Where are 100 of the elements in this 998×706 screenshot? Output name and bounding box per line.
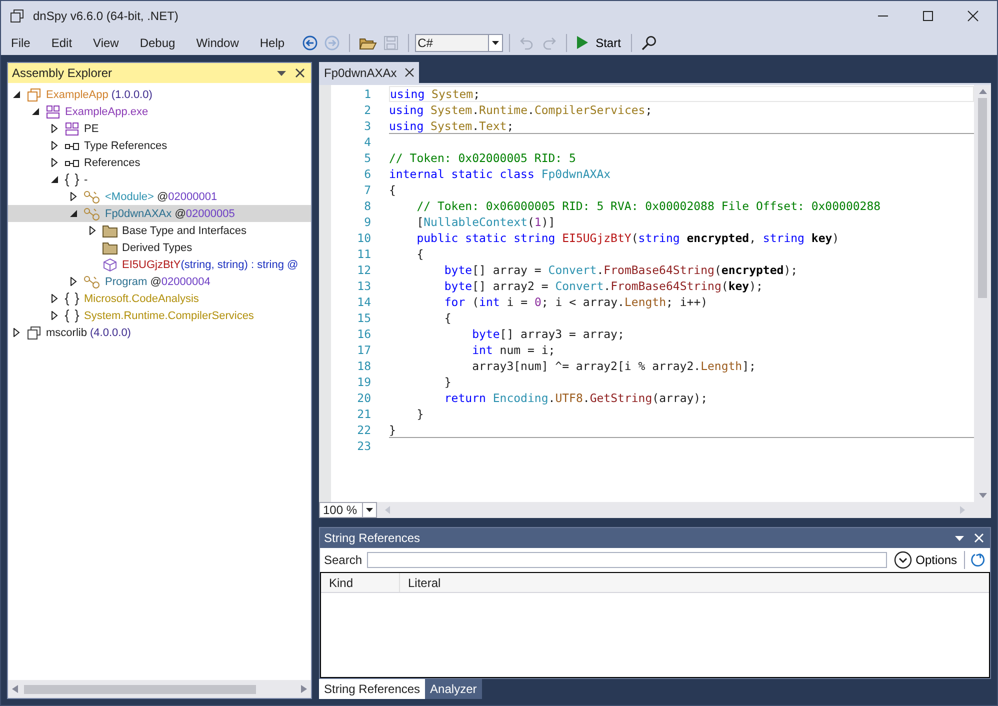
tree-item[interactable]: Fp0dwnAXAx @02000005 — [8, 205, 311, 222]
panel-title: String References — [324, 531, 422, 545]
tree-item[interactable]: Derived Types — [8, 239, 311, 256]
scrollbar-thumb[interactable] — [24, 684, 256, 694]
expand-arrow-icon[interactable] — [88, 226, 97, 235]
scroll-right-icon[interactable] — [301, 685, 307, 693]
tree-item[interactable]: <Module> @02000001 — [8, 188, 311, 205]
line-number: 21 — [356, 407, 371, 421]
scrollbar-thumb[interactable] — [978, 98, 987, 298]
horizontal-scrollbar[interactable] — [8, 680, 311, 698]
namespace-icon — [64, 308, 80, 322]
tree-item-label: Derived Types — [122, 242, 192, 254]
code-line: public static string EI5UGjzBtY(string encrypted, string key) — [416, 231, 840, 245]
line-number: 3 — [363, 119, 371, 133]
code-line: { — [443, 311, 452, 325]
scroll-up-icon[interactable] — [978, 89, 986, 94]
options-button[interactable]: Options — [892, 551, 959, 569]
zoom-dropdown[interactable]: 100 % — [319, 502, 377, 518]
line-number: 1 — [363, 87, 371, 101]
folder-icon — [102, 240, 118, 254]
tree-item-label: - — [84, 174, 88, 186]
line-number: 15 — [356, 311, 371, 325]
class-icon — [83, 190, 101, 204]
line-number: 20 — [356, 391, 371, 405]
tree-item-label: ExampleApp.exe — [65, 106, 148, 118]
tree-item[interactable]: Type References — [8, 137, 311, 154]
tree-item[interactable]: ExampleApp.exe — [8, 103, 311, 120]
tree-item[interactable]: - — [8, 171, 311, 188]
back-icon[interactable] — [302, 34, 318, 50]
dropdown-icon[interactable] — [277, 70, 286, 76]
tree-item-label: EI5UGjzBtY(string, string) : string @ — [122, 258, 298, 270]
close-icon[interactable] — [967, 10, 979, 22]
line-number: 19 — [356, 375, 371, 389]
tree-item-label: PE — [84, 122, 99, 134]
code-line: } — [443, 375, 452, 389]
class-icon — [83, 206, 101, 220]
refresh-icon[interactable] — [970, 552, 986, 568]
panel-title: Assembly Explorer — [12, 66, 114, 80]
tree-item-label: References — [84, 156, 140, 168]
collapse-arrow-icon[interactable] — [12, 90, 21, 99]
search-icon[interactable] — [640, 34, 657, 50]
tree-item-label: System.Runtime.CompilerServices — [84, 310, 254, 322]
tree-item-label: Program @02000004 — [105, 276, 210, 288]
tree-item-label: ExampleApp (1.0.0.0) — [46, 88, 152, 100]
namespace-icon — [64, 292, 80, 306]
panel-tab[interactable]: Analyzer — [425, 679, 482, 699]
tree-item[interactable]: PE — [8, 120, 311, 137]
tree-item-label: mscorlib (4.0.0.0) — [46, 326, 131, 338]
expand-arrow-icon[interactable] — [69, 192, 78, 201]
tree-item-label: <Module> @02000001 — [105, 190, 218, 202]
menu-item[interactable]: Window — [196, 36, 239, 50]
tree-item-label: Type References — [84, 140, 168, 152]
search-field[interactable] — [367, 552, 887, 568]
code-line: internal static class Fp0dwnAXAx — [389, 167, 611, 181]
assembly-icon — [26, 326, 42, 340]
close-icon[interactable] — [295, 68, 305, 78]
column-header[interactable]: Kind — [321, 573, 400, 592]
collapse-arrow-icon[interactable] — [31, 107, 40, 116]
collapse-arrow-icon[interactable] — [50, 175, 59, 184]
menu-item[interactable]: Edit — [51, 36, 72, 50]
line-number: 11 — [356, 247, 371, 261]
module-icon — [64, 122, 80, 136]
line-number: 13 — [356, 279, 371, 293]
tree-item[interactable]: References — [8, 154, 311, 171]
code-line: [NullableContext(1)] — [416, 215, 556, 229]
start-button[interactable]: Start — [572, 36, 625, 50]
maximize-icon[interactable] — [922, 10, 934, 22]
tree-item[interactable]: EI5UGjzBtY(string, string) : string @ — [8, 256, 311, 273]
cube-icon — [102, 258, 118, 272]
tree-item[interactable]: mscorlib (4.0.0.0) — [8, 324, 311, 341]
close-icon[interactable] — [404, 68, 414, 77]
expand-arrow-icon[interactable] — [12, 328, 21, 337]
code-line: for (int i = 0; i < array.Length; i++) — [443, 295, 708, 309]
scroll-left-icon[interactable] — [12, 685, 18, 693]
vertical-scrollbar[interactable] — [974, 85, 991, 502]
code-line: byte[] array3 = array; — [471, 327, 624, 341]
tree-item-label: Fp0dwnAXAx @02000005 — [105, 208, 235, 220]
code-line: int num = i; — [471, 343, 556, 357]
code-line: using System.Runtime.CompilerServices; — [389, 103, 652, 117]
scroll-down-icon[interactable] — [978, 493, 986, 498]
code-line: { — [416, 247, 424, 261]
menu-item[interactable]: Help — [260, 36, 285, 50]
play-icon — [576, 36, 588, 49]
tree-item[interactable]: Program @02000004 — [8, 273, 311, 290]
tree-item[interactable]: ExampleApp (1.0.0.0) — [8, 86, 311, 103]
tree-item-label: Base Type and Interfaces — [122, 224, 247, 236]
menu-item[interactable]: Debug — [140, 36, 176, 50]
code-line: byte[] array = Convert.FromBase64String(encrypted); — [443, 263, 798, 277]
document-tab[interactable]: Fp0dwnAXAx — [319, 62, 419, 83]
column-header[interactable]: Literal — [400, 573, 441, 592]
menu-item[interactable]: File — [11, 36, 30, 50]
tree-item-label: Microsoft.CodeAnalysis — [84, 292, 199, 304]
language-dropdown[interactable]: C# — [414, 34, 503, 52]
panel-tab[interactable]: String References — [319, 679, 426, 699]
dropdown-icon[interactable] — [955, 536, 964, 540]
menu-item[interactable]: View — [93, 36, 119, 50]
tree-item[interactable]: Base Type and Interfaces — [8, 222, 311, 239]
line-number: 17 — [356, 343, 371, 357]
expand-arrow-icon[interactable] — [69, 277, 78, 286]
collapse-arrow-icon[interactable] — [69, 209, 78, 218]
